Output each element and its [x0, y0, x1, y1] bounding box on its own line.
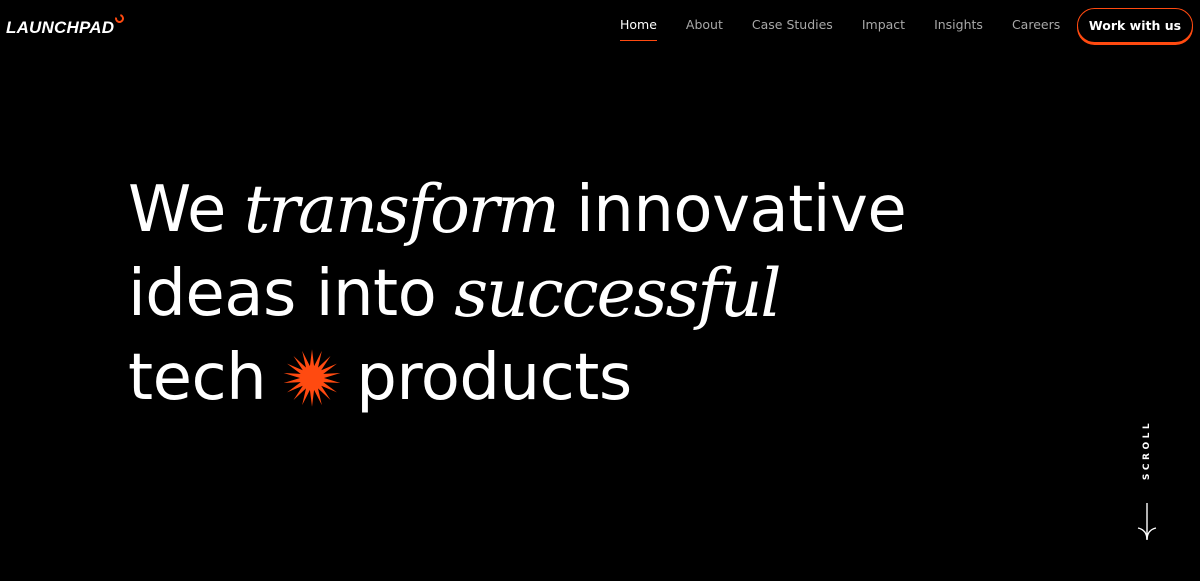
work-with-us-button[interactable]: Work with us [1077, 8, 1193, 43]
hero-text: products [356, 341, 632, 415]
nav-item-insights[interactable]: Insights [934, 17, 983, 33]
starburst-icon [283, 349, 341, 407]
hero-text: innovative [576, 173, 907, 247]
hero-emphasis: successful [454, 255, 781, 332]
hero-line-1: We transform innovative [128, 168, 907, 252]
hero-text: ideas into [128, 257, 437, 331]
nav-item-impact[interactable]: Impact [862, 17, 905, 33]
hero-text: tech [128, 341, 267, 415]
logo-ring-icon [113, 12, 126, 25]
scroll-indicator[interactable]: SCROLL [1132, 420, 1162, 545]
hero-line-2: ideas into successful [128, 252, 906, 336]
scroll-label: SCROLL [1142, 419, 1152, 481]
nav-item-home[interactable]: Home [620, 17, 657, 41]
hero-emphasis: transform [243, 171, 560, 248]
nav-item-case-studies[interactable]: Case Studies [752, 17, 833, 33]
nav-item-careers[interactable]: Careers [1012, 17, 1060, 33]
arrow-down-icon [1137, 503, 1157, 541]
hero-text: We [128, 173, 226, 247]
starburst-shape [283, 349, 341, 407]
logo-text: LAUNCHPAD [6, 18, 115, 37]
nav-item-about[interactable]: About [686, 17, 723, 33]
logo[interactable]: LAUNCHPAD [6, 12, 126, 39]
hero-headline: We transform innovative ideas into succe… [128, 168, 907, 420]
hero-line-3: tech products [128, 336, 906, 420]
main-nav: Home About Case Studies Impact Insights … [620, 17, 1089, 41]
